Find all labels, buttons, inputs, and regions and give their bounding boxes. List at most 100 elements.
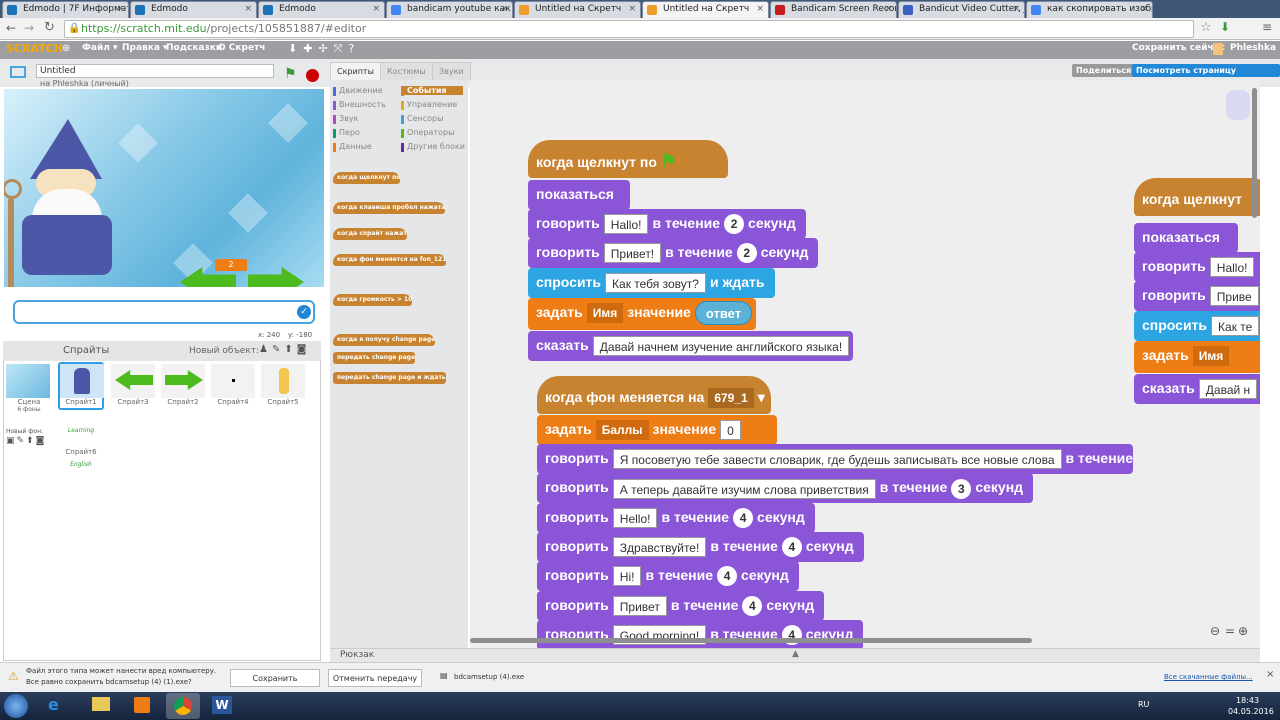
save-now-link[interactable]: Сохранить сейчас — [1132, 43, 1225, 53]
block-ask-and-wait[interactable]: спросить Как тебя зовут? и ждать — [528, 268, 775, 298]
stop-icon[interactable] — [306, 69, 319, 82]
block-say-3[interactable]: говорить Приве — [1134, 281, 1260, 311]
share-button[interactable]: Поделиться — [1072, 64, 1136, 77]
block-say-2[interactable]: говорить Hallo! — [1134, 252, 1260, 282]
browser-tab[interactable]: Edmodo × — [258, 1, 385, 18]
script-area[interactable]: когда щелкнут по ⚑ показаться говорить Ha… — [470, 80, 1260, 648]
category-r3[interactable]: Операторы — [401, 128, 454, 138]
browser-tab[interactable]: Bandicam Screen Recorde× — [770, 1, 897, 18]
sprite-thumb-6[interactable]: Learning English Спрайт6 — [58, 414, 104, 468]
download-save-button[interactable]: Сохранить — [230, 669, 320, 687]
hat-when-flag-clicked[interactable]: когда щелкнут по ⚑ — [528, 140, 728, 178]
block-set-2[interactable]: задать Имя — [1134, 341, 1260, 373]
palette-block[interactable]: когда я получу change page — [333, 334, 436, 346]
block-say-for-secs[interactable]: говорить Hello! в течение 4 секунд — [537, 502, 815, 533]
back-icon[interactable]: ← — [6, 21, 16, 35]
close-tab-icon[interactable]: × — [372, 2, 380, 17]
block-say-4[interactable]: сказать Давай н — [1134, 374, 1260, 404]
close-tab-icon[interactable]: × — [756, 2, 764, 17]
chrome-menu-icon[interactable]: ≡ — [1262, 20, 1272, 34]
close-tab-icon[interactable]: × — [1140, 2, 1148, 17]
block-say-for-secs[interactable]: говорить Hallo! в течение 2 секунд — [528, 209, 806, 239]
wizard-sprite[interactable] — [4, 119, 132, 287]
ie-icon[interactable]: e — [48, 695, 59, 714]
bookmark-star-icon[interactable]: ☆ — [1200, 20, 1212, 35]
word-icon[interactable]: W — [212, 696, 232, 714]
palette-block[interactable]: когда клавиша пробел нажата — [333, 202, 446, 214]
sprite-thumb-5[interactable]: Спрайт5 — [260, 364, 306, 412]
browser-tab[interactable]: Edmodo | 7F Информати × — [2, 1, 129, 18]
vertical-scrollbar[interactable] — [1252, 88, 1257, 218]
close-tab-icon[interactable]: × — [500, 2, 508, 17]
palette-block[interactable]: передать change page и ждать — [333, 372, 446, 384]
category-3[interactable]: Перо — [333, 128, 360, 138]
sprite-thumb-2[interactable]: Спрайт2 — [160, 364, 206, 412]
menu-tips[interactable]: Подсказки — [166, 43, 222, 53]
close-tab-icon[interactable]: × — [244, 2, 252, 17]
category-r0[interactable]: События — [401, 86, 463, 96]
see-project-page-button[interactable]: Посмотреть страницу проекта — [1132, 64, 1280, 88]
clock-date[interactable]: 04.05.2016 — [1228, 707, 1274, 716]
user-avatar[interactable] — [1213, 43, 1223, 55]
arrow-right-sprite[interactable] — [248, 267, 304, 287]
block-say[interactable]: сказать Давай начнем изучение английского… — [528, 331, 854, 361]
menu-about[interactable]: О Скретч — [218, 43, 265, 53]
palette-block[interactable]: передать change page — [333, 352, 416, 364]
expand-arrow-icon[interactable]: ▲ — [792, 649, 799, 659]
close-icon[interactable]: × — [1266, 669, 1274, 680]
scene-thumbnail[interactable]: Сцена 6 фоны — [6, 364, 52, 424]
category-r4[interactable]: Другие блоки — [401, 142, 465, 152]
block-say-for-secs[interactable]: говорить Здравствуйте! в течение 4 секунд — [537, 531, 864, 562]
category-0[interactable]: Движение — [333, 86, 383, 96]
media-player-icon[interactable] — [134, 697, 150, 713]
url-field[interactable]: 🔒 https://scratch.mit.edu/projects/10585… — [64, 20, 1194, 38]
menu-file[interactable]: Файл ▾ — [82, 43, 118, 53]
browser-tab[interactable]: как скопировать изобра × — [1026, 1, 1153, 18]
tab-scripts[interactable]: Скрипты — [330, 62, 381, 80]
download-icon[interactable]: ⬇ — [1220, 20, 1230, 34]
presentation-mode-icon[interactable] — [10, 66, 26, 78]
category-r2[interactable]: Сенсоры — [401, 114, 443, 124]
block-say-for-secs[interactable]: говорить Good morning! в течение 4 секунд — [537, 619, 864, 648]
sprite-thumb-4[interactable]: Спрайт4 — [210, 364, 256, 412]
globe-icon[interactable]: ⊕ — [62, 43, 70, 54]
category-1[interactable]: Внешность — [333, 100, 386, 110]
green-flag-icon[interactable]: ⚑ — [284, 66, 297, 82]
close-tab-icon[interactable]: × — [1012, 2, 1020, 17]
close-tab-icon[interactable]: × — [116, 2, 124, 17]
tab-sounds[interactable]: Звуки — [432, 62, 471, 80]
zoom-reset-icon[interactable]: = — [1225, 624, 1235, 638]
block-set-variable[interactable]: задать Имя значение ответ — [528, 298, 757, 330]
browser-tab[interactable]: bandicam youtube как пс × — [386, 1, 513, 18]
download-cancel-button[interactable]: Отменить передачу — [328, 669, 422, 687]
answer-input[interactable]: ✓ — [13, 300, 315, 324]
browser-tab[interactable]: Bandicut Video Cutter, Jo × — [898, 1, 1025, 18]
block-say-for-secs[interactable]: говорить Я посоветую тебе завести словари… — [537, 444, 1134, 474]
block-say-for-secs[interactable]: говорить Hi! в течение 4 секунд — [537, 561, 799, 592]
block-set-variable[interactable]: задать Баллы значение 0 — [537, 415, 777, 445]
explorer-icon[interactable] — [92, 697, 110, 711]
block-ask-2[interactable]: спросить Как те — [1134, 311, 1260, 341]
browser-tab[interactable]: Untitled на Скретч × — [514, 1, 641, 18]
sprite-thumb-1[interactable]: Спрайт1 — [58, 362, 104, 410]
close-tab-icon[interactable]: × — [884, 2, 892, 17]
start-button-icon[interactable] — [4, 694, 28, 718]
palette-block[interactable]: когда громкость > 10 — [333, 294, 413, 306]
menu-edit[interactable]: Правка ▾ — [122, 43, 168, 53]
horizontal-scrollbar[interactable] — [470, 638, 1032, 643]
checkmark-icon[interactable]: ✓ — [297, 305, 311, 319]
palette-block[interactable]: когда щелкнут по — [333, 172, 401, 184]
block-say-for-secs[interactable]: говорить Привет в течение 4 секунд — [537, 590, 825, 621]
zoom-out-icon[interactable]: ⊖ — [1210, 624, 1220, 638]
chrome-taskbar-button[interactable] — [166, 693, 200, 719]
stage-tools-icons[interactable]: ⬇✚✢⤧? — [288, 42, 360, 56]
backpack-bar[interactable]: Рюкзак ▲ — [330, 648, 1260, 662]
category-4[interactable]: Данные — [333, 142, 372, 152]
clock-time[interactable]: 18:43 — [1236, 696, 1259, 705]
palette-block[interactable]: когда спрайт нажат — [333, 228, 407, 240]
category-2[interactable]: Звук — [333, 114, 358, 124]
browser-tab[interactable]: Edmodo × — [130, 1, 257, 18]
block-say-for-secs[interactable]: говорить А теперь давайте изучим слова пр… — [537, 473, 1034, 504]
language-indicator[interactable]: RU — [1138, 700, 1149, 709]
hat-when-backdrop-switches[interactable]: когда фон меняется на 679_1 ▾ — [537, 376, 771, 414]
